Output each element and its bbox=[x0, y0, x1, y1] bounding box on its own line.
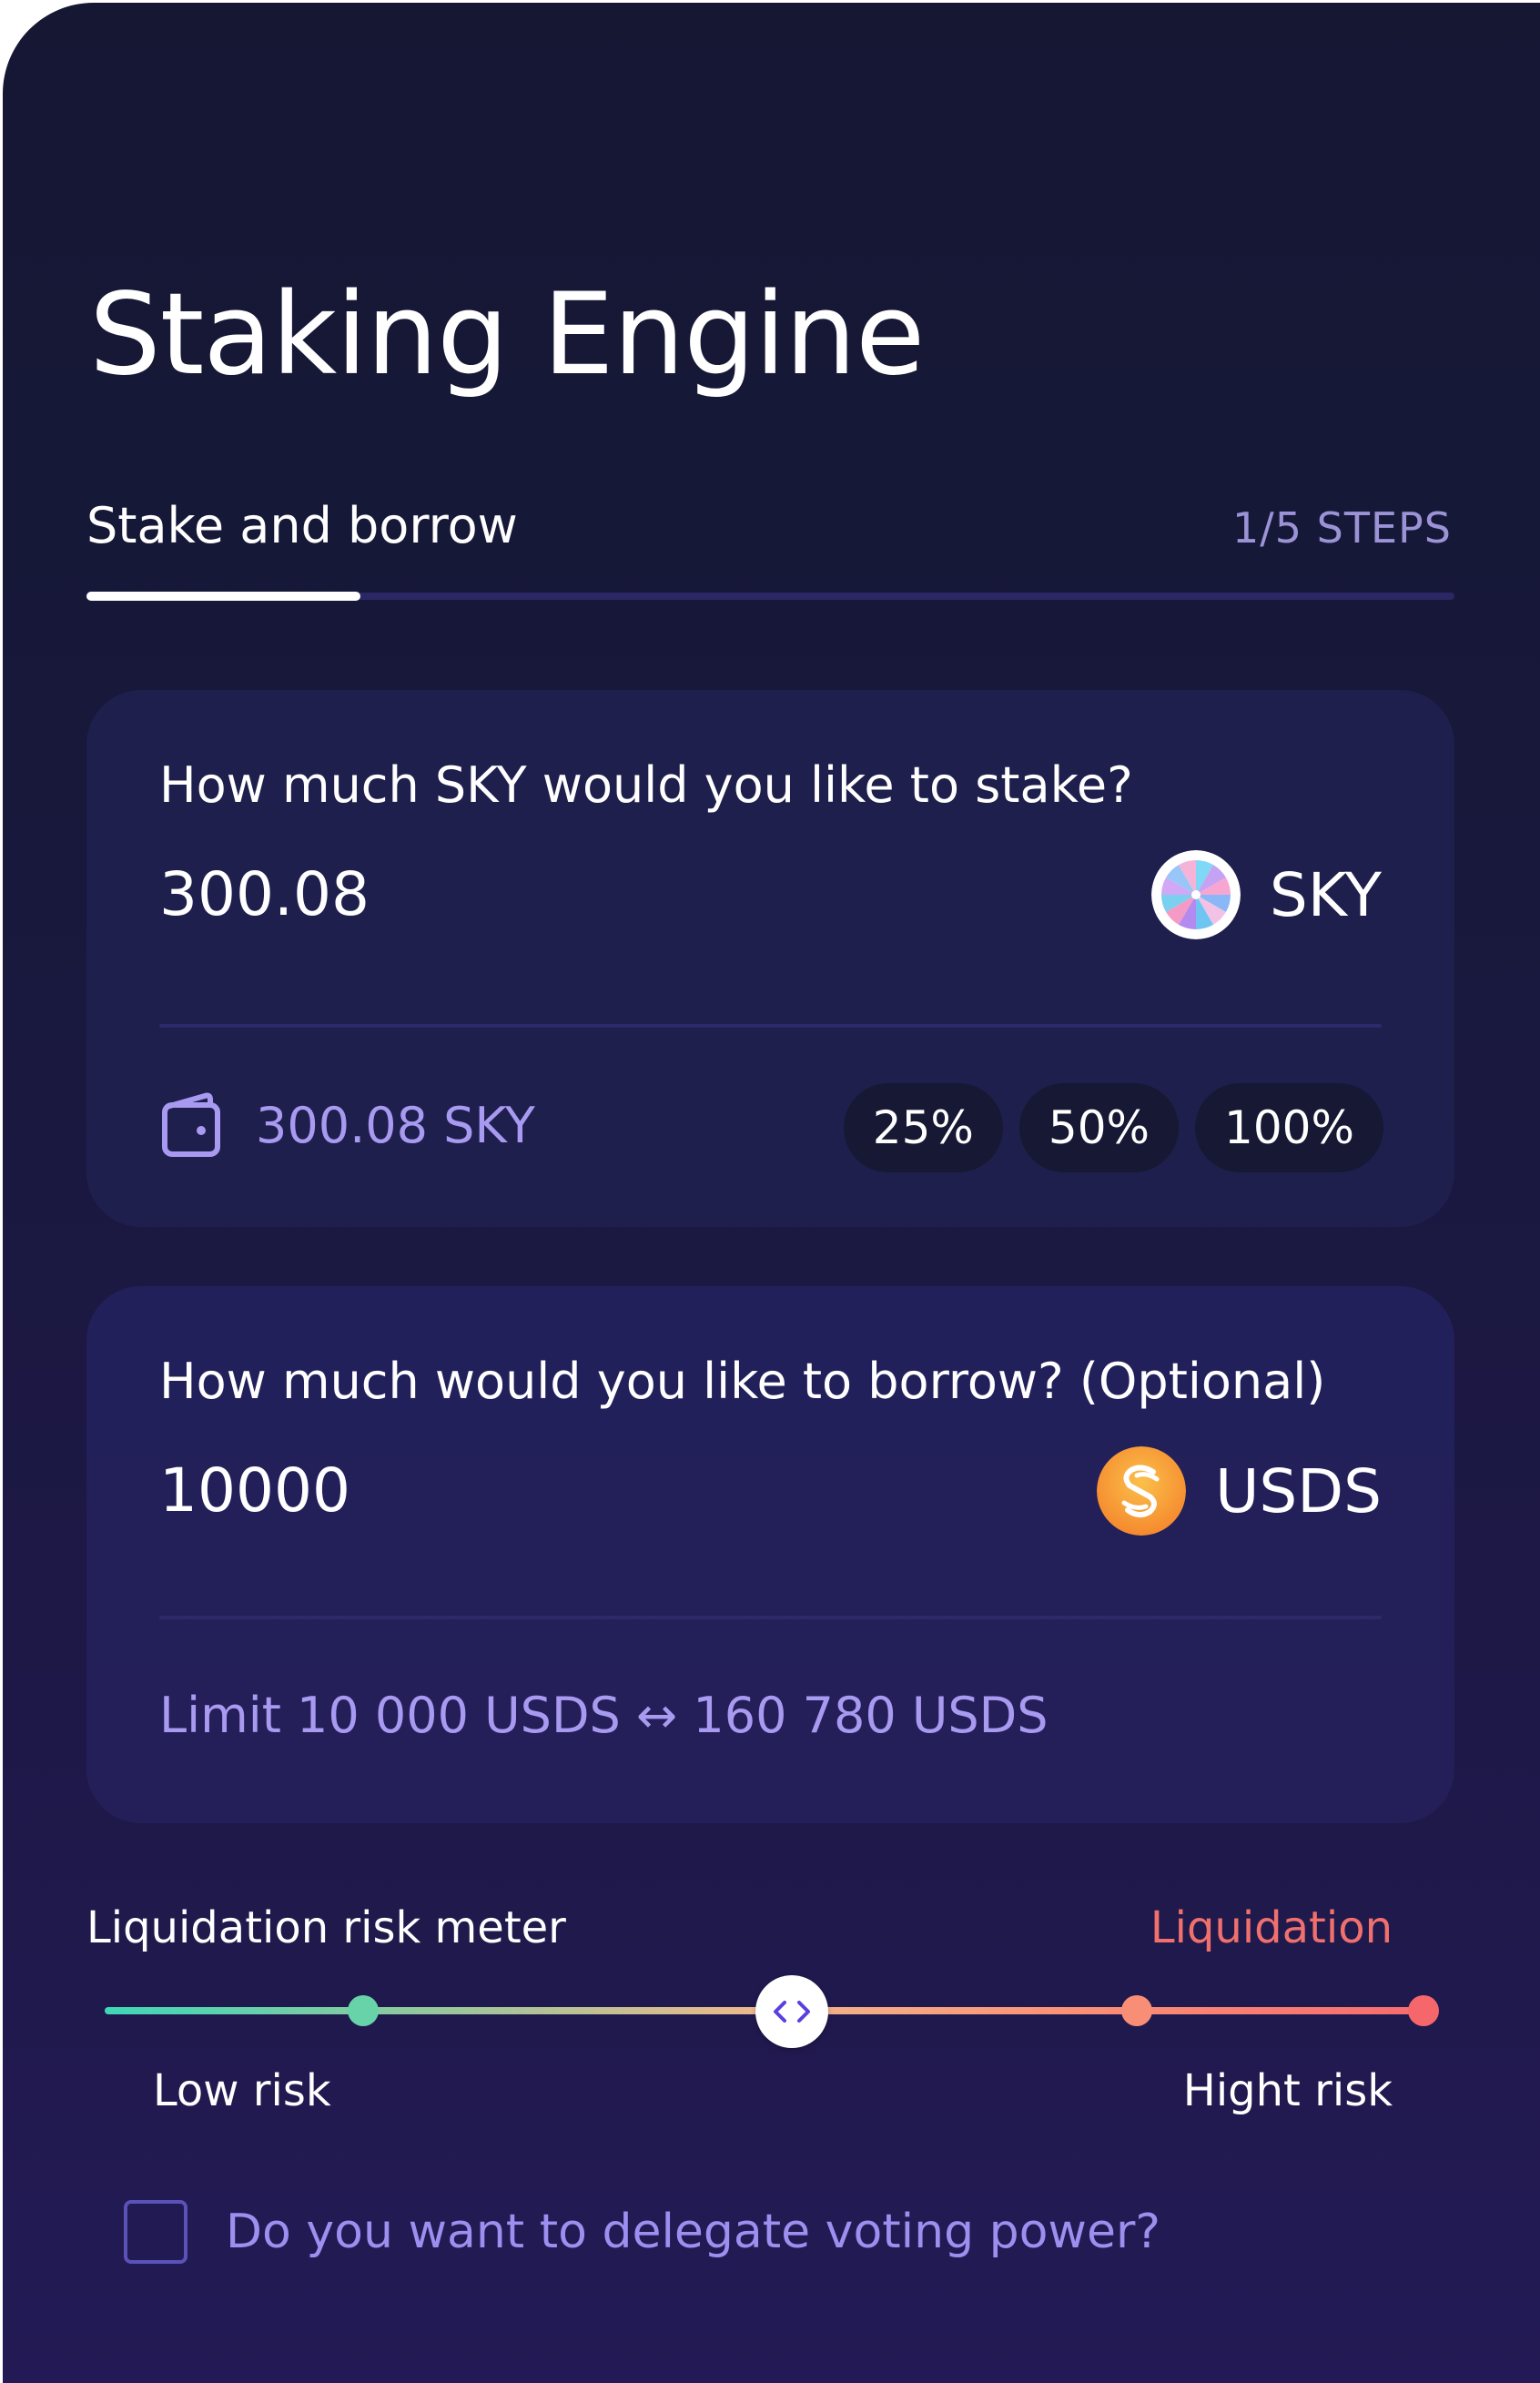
borrow-amount-input[interactable] bbox=[159, 1450, 887, 1532]
stake-question: How much SKY would you like to stake? bbox=[159, 756, 1133, 814]
page-title: Staking Engine bbox=[89, 269, 925, 401]
risk-marker-medium-high bbox=[1121, 1995, 1152, 2026]
risk-slider-handle[interactable] bbox=[755, 1975, 828, 2048]
usds-token-icon bbox=[1097, 1446, 1187, 1536]
staking-engine-panel: Staking Engine Stake and borrow 1/5 STEP… bbox=[3, 3, 1540, 2383]
step-label: Stake and borrow bbox=[86, 497, 518, 554]
borrow-token-name: USDS bbox=[1215, 1455, 1382, 1526]
step-count: 1/5 STEPS bbox=[1232, 503, 1452, 553]
borrow-divider bbox=[159, 1616, 1382, 1619]
borrow-token-selector[interactable]: USDS bbox=[1097, 1441, 1382, 1541]
delegate-label: Do you want to delegate voting power? bbox=[226, 2205, 1160, 2259]
percent-50-button[interactable]: 50% bbox=[1018, 1083, 1180, 1172]
delegate-voting-option[interactable]: Do you want to delegate voting power? bbox=[124, 2200, 1160, 2264]
percent-100-button[interactable]: 100% bbox=[1195, 1083, 1383, 1172]
borrow-limit: Limit 10 000 USDS ↔ 160 780 USDS bbox=[159, 1687, 1049, 1744]
high-risk-label: Hight risk bbox=[1182, 2065, 1393, 2116]
risk-meter-title: Liquidation risk meter bbox=[86, 1902, 566, 1953]
stake-balance: 300.08 SKY bbox=[159, 1090, 535, 1160]
stake-token-selector[interactable]: SKY bbox=[1150, 845, 1382, 945]
stake-balance-text: 300.08 SKY bbox=[256, 1096, 535, 1154]
borrow-question: How much would you like to borrow? (Opti… bbox=[159, 1353, 1326, 1410]
wallet-icon bbox=[162, 1092, 220, 1157]
percent-buttons: 25% 50% 100% bbox=[843, 1083, 1383, 1172]
sky-token-icon bbox=[1150, 850, 1241, 939]
low-risk-label: Low risk bbox=[153, 2065, 331, 2116]
code-brackets-icon bbox=[774, 2001, 810, 2023]
borrow-card: How much would you like to borrow? (Opti… bbox=[86, 1286, 1454, 1823]
delegate-checkbox[interactable] bbox=[124, 2200, 187, 2264]
progress-bar-fill bbox=[86, 592, 360, 601]
risk-marker-liquidation bbox=[1408, 1995, 1439, 2026]
stake-card: How much SKY would you like to stake? 30… bbox=[86, 690, 1454, 1227]
stake-divider bbox=[159, 1024, 1382, 1028]
stake-token-name: SKY bbox=[1269, 859, 1382, 930]
risk-marker-low bbox=[348, 1995, 379, 2026]
progress-bar bbox=[86, 592, 1454, 601]
percent-25-button[interactable]: 25% bbox=[843, 1083, 1003, 1172]
stake-amount-input[interactable] bbox=[159, 854, 887, 936]
liquidation-label: Liquidation bbox=[1150, 1902, 1393, 1953]
